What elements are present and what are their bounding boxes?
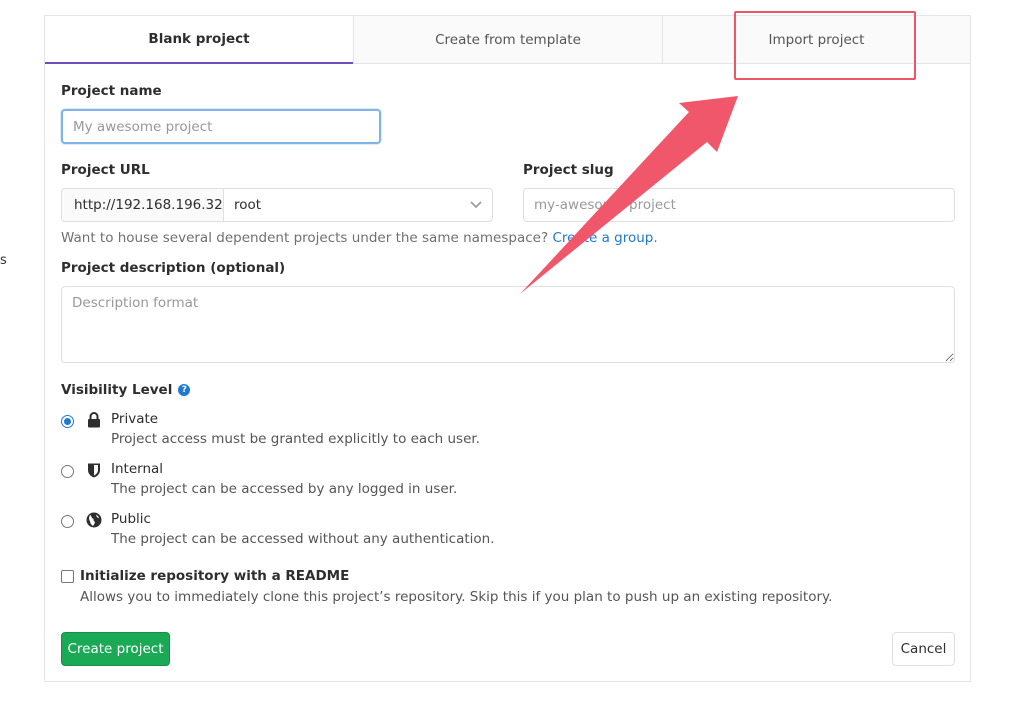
create-project-button[interactable]: Create project — [61, 632, 170, 666]
readme-title: Initialize repository with a README — [80, 568, 350, 584]
project-url-prefix: http://192.168.196.32/ — [61, 188, 227, 222]
internal-radio[interactable] — [61, 465, 74, 478]
globe-icon — [85, 511, 103, 529]
question-help-icon[interactable]: ? — [178, 384, 191, 396]
project-description-label: Project description (optional) — [61, 260, 286, 276]
project-url-group: http://192.168.196.32/ root — [61, 188, 493, 222]
new-project-panel: Blank project Create from template Impor… — [44, 15, 971, 682]
create-group-link[interactable]: Create a group. — [552, 230, 657, 246]
internal-title: Internal — [111, 461, 164, 477]
namespace-help-text: Want to house several dependent projects… — [61, 230, 658, 246]
public-title: Public — [111, 511, 151, 527]
readme-description: Allows you to immediately clone this pro… — [80, 589, 833, 605]
private-description: Project access must be granted explicitl… — [111, 431, 480, 447]
project-description-textarea[interactable] — [61, 286, 955, 363]
tab-blank-project[interactable]: Blank project — [45, 16, 353, 64]
project-slug-label: Project slug — [523, 162, 614, 178]
tab-create-from-template[interactable]: Create from template — [353, 16, 662, 64]
sidebar-fragment-text: s — [0, 253, 7, 268]
namespace-select-value: root — [234, 197, 262, 213]
project-slug-input[interactable] — [523, 188, 955, 222]
visibility-level-label: Visibility Level ? — [61, 382, 191, 398]
project-url-label: Project URL — [61, 162, 150, 178]
private-title: Private — [111, 411, 159, 427]
visibility-level-text: Visibility Level — [61, 382, 173, 398]
lock-icon — [85, 411, 103, 429]
public-radio[interactable] — [61, 515, 74, 528]
public-description: The project can be accessed without any … — [111, 531, 495, 547]
chevron-down-icon — [470, 198, 482, 212]
namespace-help-message: Want to house several dependent projects… — [61, 230, 549, 246]
readme-checkbox[interactable] — [61, 570, 74, 583]
namespace-select[interactable]: root — [223, 188, 493, 222]
internal-description: The project can be accessed by any logge… — [111, 481, 458, 497]
cancel-button[interactable]: Cancel — [892, 632, 955, 666]
private-radio[interactable] — [61, 415, 74, 428]
project-name-label: Project name — [61, 83, 162, 99]
project-name-input[interactable] — [61, 109, 381, 144]
import-project-highlight-box — [734, 11, 916, 80]
shield-icon — [85, 461, 103, 479]
